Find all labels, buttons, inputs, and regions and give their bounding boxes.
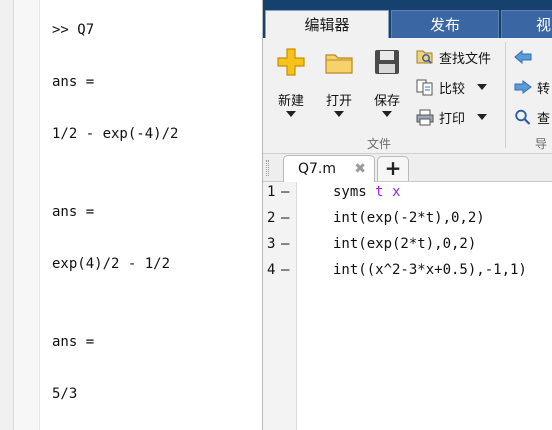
printer-icon: [416, 109, 434, 126]
section-divider: [505, 42, 506, 148]
open-button[interactable]: 打开: [317, 46, 361, 130]
chevron-down-icon: [382, 111, 392, 117]
code-text: int(exp(2*t),0,2): [333, 236, 477, 252]
code-line: 4 — int((x^2-3*x+0.5),-1,1): [263, 262, 552, 288]
file-section-label: 文件: [367, 137, 392, 151]
goto-arrow-icon: [514, 80, 532, 94]
compare-icon: [416, 79, 433, 96]
chevron-down-icon: [477, 114, 488, 120]
chevron-down-icon: [334, 111, 344, 117]
find-files-icon: [416, 50, 433, 64]
output-result: exp(4)/2 - 1/2: [52, 256, 171, 272]
breakpoint-marker[interactable]: —: [281, 210, 289, 226]
line-number: 4: [267, 262, 276, 278]
goto-label: 转: [537, 81, 551, 97]
back-arrow-icon: [514, 49, 532, 65]
output-result: 5/3: [52, 386, 78, 402]
compare-button[interactable]: 比较: [415, 76, 488, 98]
line-number: 2: [267, 210, 276, 226]
syms-variables: t x: [366, 184, 401, 200]
output-ans-label: ans =: [52, 334, 95, 350]
search-icon: [515, 109, 531, 125]
document-tab-label: Q7.m: [298, 161, 337, 177]
syms-keyword: syms: [333, 184, 367, 200]
new-button[interactable]: 新建: [269, 46, 313, 130]
command-window-margin: [14, 0, 40, 430]
breakpoint-marker[interactable]: —: [281, 184, 289, 200]
print-button[interactable]: 打印: [415, 106, 488, 128]
save-button[interactable]: 保存: [365, 46, 409, 130]
chevron-down-icon: [286, 111, 296, 117]
tab-publish[interactable]: 发布: [391, 10, 499, 38]
output-ans-label: ans =: [52, 204, 95, 220]
find-label: 查: [537, 111, 551, 127]
output-result: 1/2 - exp(-4)/2: [52, 126, 179, 142]
tab-view[interactable]: 视: [501, 10, 552, 38]
code-line: 3 — int(exp(2*t),0,2): [263, 236, 552, 262]
save-icon: [375, 50, 399, 74]
document-tab-bar: Q7.m ✖ +: [263, 154, 552, 182]
breakpoint-marker[interactable]: —: [281, 262, 289, 278]
new-label: 新建: [277, 94, 304, 109]
code-line: 1 — syms t x: [263, 184, 552, 210]
folder-icon: [325, 54, 353, 74]
compare-label: 比较: [439, 81, 466, 97]
find-button[interactable]: 查: [513, 106, 550, 128]
ribbon-tab-bar: 编辑器 发布 视: [263, 0, 552, 38]
drag-grip[interactable]: [266, 160, 269, 176]
goto-button[interactable]: 转: [513, 76, 550, 98]
command-window-gutter: [0, 0, 14, 430]
open-label: 打开: [325, 94, 352, 109]
plus-icon: [277, 48, 305, 76]
line-number: 3: [267, 236, 276, 252]
save-label: 保存: [373, 94, 400, 109]
find-files-button[interactable]: 查找文件: [415, 46, 491, 68]
print-label: 打印: [439, 111, 466, 127]
tab-editor[interactable]: 编辑器: [265, 10, 389, 38]
code-line: 2 — int(exp(-2*t),0,2): [263, 210, 552, 236]
line-number: 1: [267, 184, 276, 200]
chevron-down-icon: [477, 84, 488, 90]
add-tab-button[interactable]: +: [377, 156, 409, 181]
command-prompt-line: >> Q7: [52, 22, 95, 38]
document-tab-q7[interactable]: Q7.m ✖: [283, 155, 375, 182]
code-text: int(exp(-2*t),0,2): [333, 210, 485, 226]
code-editor[interactable]: 1 — syms t x 2 — int(exp(-2*t),0,2) 3 — …: [263, 182, 552, 430]
output-ans-label: ans =: [52, 74, 95, 90]
editor-panel: 编辑器 发布 视 新建 打开 保存 查找文件 比较 打印 转 查 文件 导 Q7…: [262, 0, 552, 430]
breakpoint-marker[interactable]: —: [281, 236, 289, 252]
close-icon[interactable]: ✖: [354, 156, 366, 182]
ribbon-toolstrip: 新建 打开 保存 查找文件 比较 打印 转 查 文件 导: [263, 38, 552, 154]
code-text: int((x^2-3*x+0.5),-1,1): [333, 262, 527, 278]
navigate-section-label: 导: [535, 137, 548, 151]
command-window[interactable]: >> Q7 ans = 1/2 - exp(-4)/2 ans = exp(4)…: [0, 0, 262, 430]
find-files-label: 查找文件: [439, 51, 492, 67]
back-button[interactable]: [513, 46, 537, 68]
code-text: syms t x: [333, 184, 400, 200]
